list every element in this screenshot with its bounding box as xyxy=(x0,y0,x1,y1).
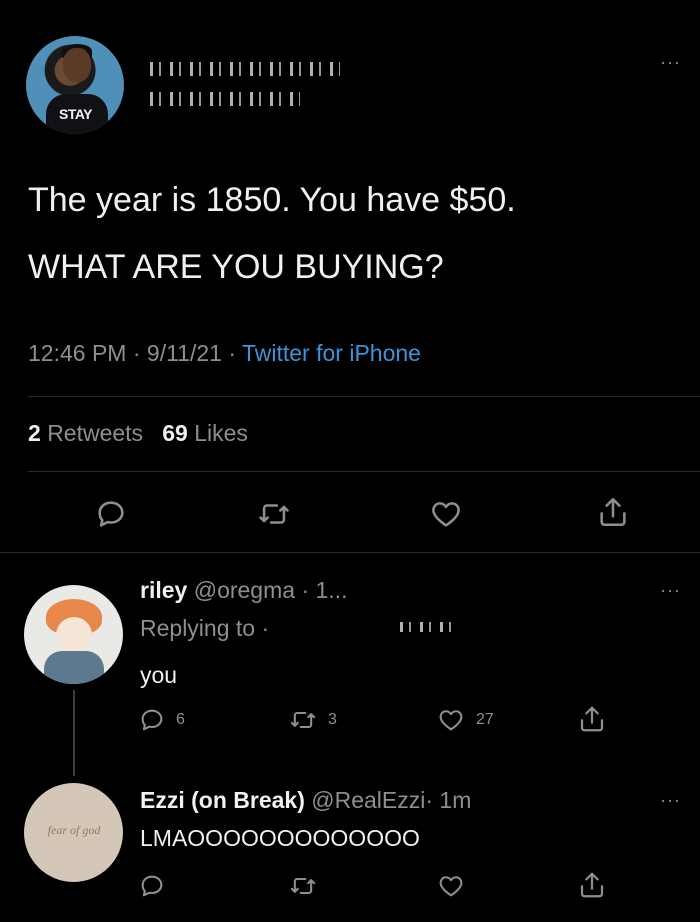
redacted-display-name xyxy=(150,62,340,76)
reply-time[interactable]: · 1... xyxy=(301,577,347,603)
tweet-client-link[interactable]: Twitter for iPhone xyxy=(242,340,421,366)
share-button[interactable] xyxy=(596,494,630,530)
reply-text: LMAOOOOOOOOOOOOO xyxy=(140,825,420,851)
like-icon xyxy=(439,876,463,897)
retweet-button[interactable] xyxy=(256,497,292,531)
retweet-icon xyxy=(259,504,289,524)
reply-count: 6 xyxy=(176,711,185,728)
divider xyxy=(0,552,700,553)
replying-to: Replying to · xyxy=(140,615,269,642)
more-icon[interactable]: ··· xyxy=(660,580,681,601)
reply-icon xyxy=(141,875,163,897)
like-button[interactable]: 27 xyxy=(436,706,494,734)
tweet-text-line1: The year is 1850. You have $50. xyxy=(28,181,516,219)
reply-author-handle[interactable]: @oregma xyxy=(194,577,295,603)
meta-separator: · xyxy=(132,340,141,366)
tweet-stats: 2 Retweets 69 Likes xyxy=(28,420,248,447)
replying-to-label: Replying to xyxy=(140,615,256,641)
share-icon xyxy=(600,497,626,527)
meta-separator: · xyxy=(261,615,270,641)
avatar-body xyxy=(44,651,104,684)
likes-stat[interactable]: 69 Likes xyxy=(162,420,248,446)
reply-icon xyxy=(98,501,124,527)
retweet-icon xyxy=(290,711,316,729)
reply-button[interactable] xyxy=(94,497,128,531)
reply-header: Ezzi (on Break) @RealEzzi· 1m xyxy=(140,787,471,814)
reply-author-name[interactable]: riley xyxy=(140,577,187,603)
share-button[interactable] xyxy=(577,869,607,901)
retweets-stat[interactable]: 2 Retweets xyxy=(28,420,143,446)
reply-button[interactable]: 6 xyxy=(138,706,185,734)
share-icon xyxy=(580,872,604,898)
avatar-shirt-text: STAY xyxy=(59,106,93,122)
likes-count: 69 xyxy=(162,420,188,446)
ezzi-avatar[interactable]: fear of god xyxy=(24,783,123,882)
retweets-label: Retweets xyxy=(47,420,144,446)
tweet-time[interactable]: 12:46 PM xyxy=(28,340,126,366)
retweet-icon xyxy=(290,877,316,895)
avatar-head xyxy=(63,48,91,82)
tweet-date[interactable]: 9/11/21 xyxy=(147,340,222,366)
likes-label: Likes xyxy=(194,420,248,446)
like-button[interactable] xyxy=(428,497,464,531)
redacted-handle xyxy=(150,92,300,106)
author-avatar[interactable]: STAY xyxy=(26,36,124,134)
like-icon xyxy=(432,502,460,527)
retweet-button[interactable]: 3 xyxy=(288,706,337,734)
reply-button[interactable] xyxy=(138,872,166,900)
divider xyxy=(28,396,700,397)
retweets-count: 2 xyxy=(28,420,41,446)
tweet-text-line2: WHAT ARE YOU BUYING? xyxy=(28,248,444,286)
like-button[interactable] xyxy=(436,872,466,900)
reply-header: riley @oregma · 1... xyxy=(140,577,347,604)
riley-avatar[interactable] xyxy=(24,585,123,684)
share-button[interactable] xyxy=(577,703,607,735)
divider xyxy=(28,471,700,472)
reply-author-handle[interactable]: @RealEzzi xyxy=(311,787,425,813)
reply-text: you xyxy=(140,662,178,688)
like-count: 27 xyxy=(476,711,494,728)
redacted-replying-handle xyxy=(400,622,460,632)
retweet-count: 3 xyxy=(328,711,337,728)
more-icon[interactable]: ··· xyxy=(660,52,681,73)
share-icon xyxy=(580,706,604,732)
like-icon xyxy=(439,710,463,731)
avatar-face xyxy=(56,617,92,653)
thread-line xyxy=(73,690,75,776)
tweet-meta: 12:46 PM · 9/11/21 · Twitter for iPhone xyxy=(28,340,421,367)
reply-icon xyxy=(141,709,163,731)
avatar-logo: fear of god xyxy=(47,823,101,837)
meta-separator: · xyxy=(228,340,236,366)
reply-time[interactable]: · 1m xyxy=(425,787,471,813)
retweet-button[interactable] xyxy=(288,872,318,900)
more-icon[interactable]: ··· xyxy=(660,790,681,811)
reply-author-name[interactable]: Ezzi (on Break) xyxy=(140,787,305,813)
